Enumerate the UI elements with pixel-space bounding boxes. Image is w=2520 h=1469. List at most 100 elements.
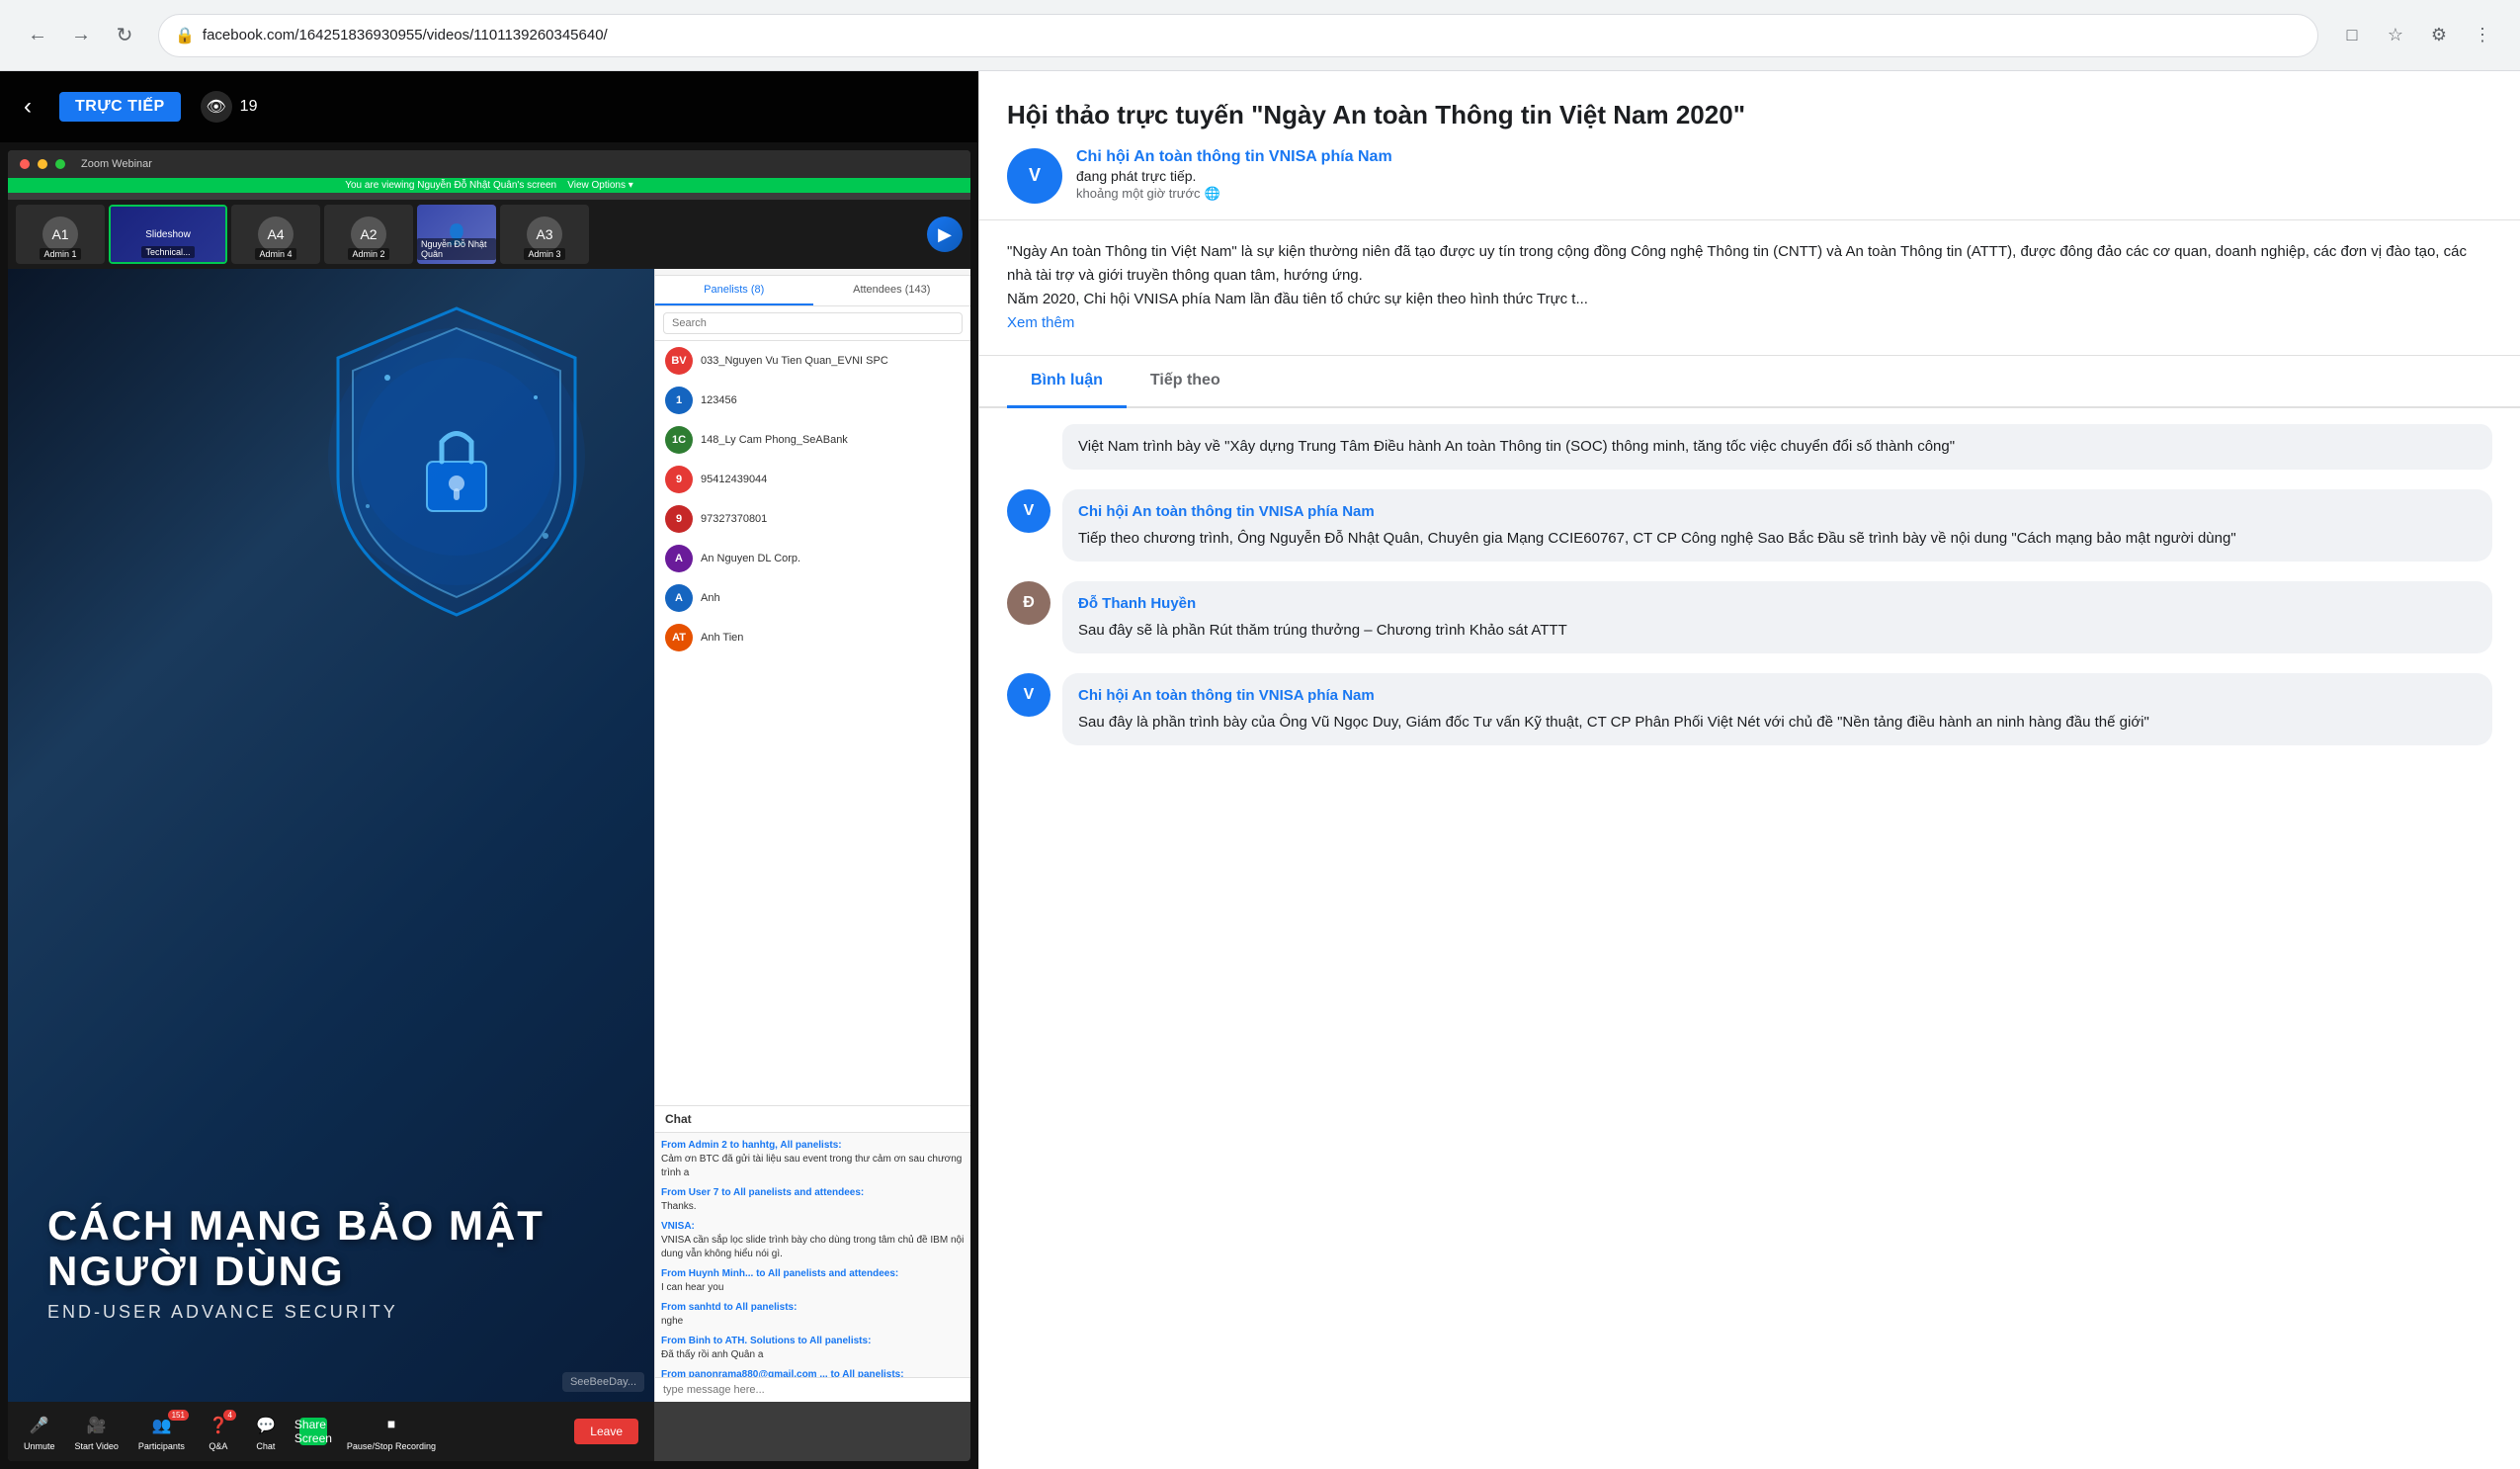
zoom-toolbar: 🎤 Unmute 🎥 Start Video 👥 Participants 15…: [8, 1402, 654, 1461]
participant-thumb-admin4: A4 Admin 4: [231, 205, 320, 264]
chat-sender: From panonrama880@gmail.com ... to All p…: [661, 1369, 904, 1377]
main-video-subtitle: END-USER ADVANCE SECURITY: [47, 1302, 654, 1323]
fb-description: "Ngày An toàn Thông tin Việt Nam" là sự …: [979, 220, 2520, 356]
list-item: A Anh: [655, 578, 970, 618]
pause-recording-label: Pause/Stop Recording: [347, 1441, 436, 1451]
see-more-button[interactable]: Xem thêm: [1007, 314, 1074, 331]
participants-count-badge: 151: [168, 1410, 189, 1421]
list-item: 1C 148_Ly Cam Phong_SeABank: [655, 420, 970, 460]
list-item: From Huynh Minh... to All panelists and …: [661, 1267, 965, 1295]
p-avatar: BV: [665, 347, 693, 375]
participants-panel: Participants (151) Panelists (8) Attende…: [654, 249, 970, 1402]
reload-button[interactable]: ↻: [107, 18, 142, 53]
zoom-max-dot[interactable]: [55, 159, 65, 169]
chat-sender: VNISA:: [661, 1221, 695, 1232]
mic-icon: 🎤: [26, 1412, 53, 1439]
nav-buttons: ← → ↻: [20, 18, 142, 53]
live-badge: TRỰC TIẾP: [59, 92, 181, 122]
main-video-title: CÁCH MẠNG BẢO MẬT NGƯỜI DÙNG: [47, 1203, 654, 1294]
participants-search[interactable]: [663, 312, 963, 334]
unmute-label: Unmute: [24, 1441, 55, 1451]
zoom-min-dot[interactable]: [38, 159, 47, 169]
list-item: V Chi hội An toàn thông tin VNISA phía N…: [1007, 489, 2492, 562]
search-bar-small: [655, 306, 970, 341]
chat-sender: From sanhtd to All panelists:: [661, 1302, 797, 1313]
chat-sender: From Huynh Minh... to All panelists and …: [661, 1268, 898, 1279]
unmute-button[interactable]: 🎤 Unmute: [24, 1412, 55, 1451]
list-item: Đ Đỗ Thanh Huyền Sau đây sẽ là phần Rút …: [1007, 581, 2492, 653]
panelists-tab[interactable]: Panelists (8): [655, 276, 813, 305]
viewer-count: 👁 19: [201, 91, 258, 123]
chat-text: I can hear you: [661, 1282, 723, 1293]
fb-page-name[interactable]: Chi hội An toàn thông tin VNISA phía Nam: [1076, 148, 2492, 166]
participant-thumb-admin2: A2 Admin 2: [324, 205, 413, 264]
admin3-avatar: A3: [527, 216, 562, 252]
list-item: From User 7 to All panelists and attende…: [661, 1186, 965, 1214]
browser-chrome: ← → ↻ 🔒 facebook.com/164251836930955/vid…: [0, 0, 2520, 71]
attendees-tab[interactable]: Attendees (143): [813, 276, 971, 305]
video-back-arrow[interactable]: ‹: [24, 93, 32, 121]
bookmark-button[interactable]: ☆: [2378, 18, 2413, 53]
tab-comments[interactable]: Bình luận: [1007, 356, 1127, 408]
chat-text: VNISA cần sắp lọc slide trình bày cho dù…: [661, 1235, 964, 1259]
globe-icon: 🌐: [1204, 186, 1219, 202]
green-banner-text: You are viewing Nguyễn Đỗ Nhật Quân's sc…: [345, 180, 556, 191]
zoom-titlebar: Zoom Webinar: [8, 150, 970, 178]
qa-count-badge: 4: [223, 1410, 235, 1421]
fb-description-text: "Ngày An toàn Thông tin Việt Nam" là sự …: [1007, 243, 2467, 307]
address-bar[interactable]: 🔒 facebook.com/164251836930955/videos/11…: [158, 14, 2318, 57]
menu-button[interactable]: ⋮: [2465, 18, 2500, 53]
qa-button-wrapper: ❓ Q&A 4: [205, 1412, 232, 1451]
comment-author[interactable]: Chi hội An toàn thông tin VNISA phía Nam: [1078, 501, 2477, 524]
p-name: Anh Tien: [701, 632, 743, 644]
p-name: Anh: [701, 592, 720, 604]
nav-next-btn[interactable]: ▶: [927, 216, 963, 252]
view-options[interactable]: View Options ▾: [567, 180, 633, 191]
chat-button[interactable]: 💬 Chat: [252, 1412, 280, 1451]
fb-live-status: đang phát trực tiếp.: [1076, 168, 2492, 184]
comment-bubble: Chi hội An toàn thông tin VNISA phía Nam…: [1062, 673, 2492, 745]
eye-icon: 👁: [201, 91, 232, 123]
p-avatar: 9: [665, 466, 693, 493]
p-name: 148_Ly Cam Phong_SeABank: [701, 434, 848, 446]
chat-label: Chat: [655, 1106, 970, 1133]
lock-icon: 🔒: [175, 26, 195, 45]
list-item: 9 95412439044: [655, 460, 970, 499]
fb-tabs: Bình luận Tiếp theo: [979, 356, 2520, 408]
zoom-close-dot[interactable]: [20, 159, 30, 169]
comment-author[interactable]: Đỗ Thanh Huyền: [1078, 593, 2477, 616]
participant-thumb-admin1: A1 Admin 1: [16, 205, 105, 264]
pause-recording-button[interactable]: ⏹ Pause/Stop Recording: [347, 1412, 436, 1451]
comment-avatar: Đ: [1007, 581, 1050, 625]
comment-text: Sau đây là phần trình bày của Ông Vũ Ngọ…: [1078, 714, 2149, 731]
tab-next[interactable]: Tiếp theo: [1127, 356, 1244, 408]
participants-label: Participants: [138, 1441, 185, 1451]
admin3-name: Admin 3: [524, 248, 564, 260]
watermark: SeeBeeDay...: [562, 1372, 644, 1392]
list-item: From Admin 2 to hanhtg, All panelists: C…: [661, 1139, 965, 1180]
p-avatar: 9: [665, 505, 693, 533]
chat-input[interactable]: [655, 1378, 970, 1402]
admin4-name: Admin 4: [255, 248, 295, 260]
main-layout: ‹ TRỰC TIẾP 👁 19 Zoom Webinar You are vi…: [0, 71, 2520, 1469]
chat-input-row: [655, 1377, 970, 1402]
cast-button[interactable]: □: [2334, 18, 2370, 53]
video-icon: 🎥: [83, 1412, 111, 1439]
start-video-button[interactable]: 🎥 Start Video: [75, 1412, 119, 1451]
admin4-avatar: A4: [258, 216, 294, 252]
participants-list: BV 033_Nguyen Vu Tien Quan_EVNI SPC 1 12…: [655, 341, 970, 1105]
extensions-button[interactable]: ⚙: [2421, 18, 2457, 53]
chat-sender: From User 7 to All panelists and attende…: [661, 1187, 864, 1198]
zoom-window: Zoom Webinar You are viewing Nguyễn Đỗ N…: [8, 150, 970, 1461]
back-button[interactable]: ←: [20, 18, 55, 53]
comment-text: Tiếp theo chương trình, Ông Nguyễn Đỗ Nh…: [1078, 530, 2236, 547]
participant-thumb-admin3: A3 Admin 3: [500, 205, 589, 264]
share-screen-button[interactable]: Share Screen: [299, 1418, 327, 1445]
comment-avatar: V: [1007, 673, 1050, 717]
comment-author[interactable]: Chi hội An toàn thông tin VNISA phía Nam: [1078, 685, 2477, 708]
browser-actions: □ ☆ ⚙ ⋮: [2334, 18, 2500, 53]
leave-button[interactable]: Leave: [574, 1419, 638, 1444]
forward-button[interactable]: →: [63, 18, 99, 53]
p-avatar: 1: [665, 387, 693, 414]
fb-page-info: V Chi hội An toàn thông tin VNISA phía N…: [1007, 148, 2492, 204]
